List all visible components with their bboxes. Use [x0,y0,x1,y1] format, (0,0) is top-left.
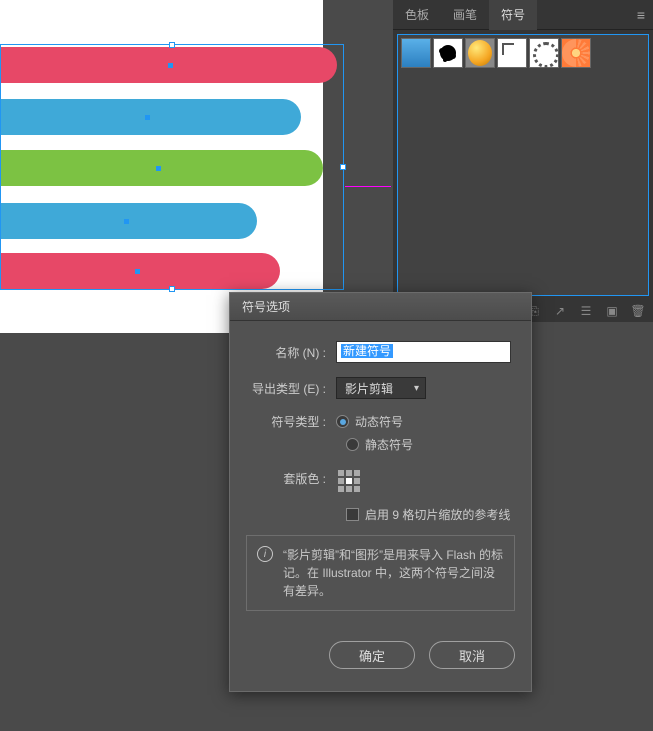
resize-handle-right[interactable] [340,164,346,170]
enable-9slice-label: 启用 9 格切片缩放的参考线 [365,506,510,523]
symbol-gerbera-flower[interactable] [561,38,591,68]
symbol-options-icon[interactable]: ☰ [579,304,593,318]
radio-dynamic-symbol[interactable] [336,415,349,428]
enable-9slice-checkbox[interactable] [346,508,359,521]
anchor-point[interactable] [145,115,150,120]
shape-red-2[interactable] [0,253,280,289]
symbol-gear-ring[interactable] [529,38,559,68]
anchor-point[interactable] [156,166,161,171]
tab-symbols[interactable]: 符号 [489,0,537,30]
symbol-options-dialog: 符号选项 名称 (N) : 新建符号 导出类型 (E) : 影片剪辑 符号类型 … [229,292,532,692]
dynamic-symbol-label: 动态符号 [355,413,403,430]
tab-swatches[interactable]: 色板 [393,0,441,30]
radio-static-symbol[interactable] [346,438,359,451]
name-input[interactable]: 新建符号 [336,341,511,363]
panel-tabs: 色板 画笔 符号 ≡ [393,0,653,30]
info-box: i “影片剪辑”和“图形”是用来导入 Flash 的标记。在 Illustrat… [246,535,515,611]
symbol-gradient-bar[interactable] [401,38,431,68]
anchor-point[interactable] [124,219,129,224]
symbol-ink-splat[interactable] [433,38,463,68]
dialog-title[interactable]: 符号选项 [230,293,531,321]
symbol-list[interactable] [397,34,649,296]
delete-symbol-icon[interactable]: 🗑 [631,304,645,318]
name-label: 名称 (N) : [246,344,336,361]
place-symbol-icon[interactable]: ↗ [553,304,567,318]
symbol-type-label: 符号类型 : [246,413,336,430]
panel-menu-icon[interactable]: ≡ [629,7,653,23]
new-symbol-icon[interactable]: ▣ [605,304,619,318]
static-symbol-label: 静态符号 [365,436,413,453]
symbol-corner-mark[interactable] [497,38,527,68]
symbol-orange-ball[interactable] [465,38,495,68]
registration-grid[interactable] [338,470,360,492]
canvas-area[interactable] [0,0,323,333]
tab-brushes[interactable]: 画笔 [441,0,489,30]
ok-button[interactable]: 确定 [329,641,415,669]
anchor-point[interactable] [168,63,173,68]
export-type-select[interactable]: 影片剪辑 [336,377,426,399]
info-icon: i [257,546,273,562]
info-text: “影片剪辑”和“图形”是用来导入 Flash 的标记。在 Illustrator… [283,546,504,600]
registration-label: 套版色 : [246,470,336,487]
symbols-panel: 色板 画笔 符号 ≡ ⎘ ↗ ☰ ▣ 🗑 [393,0,653,322]
export-type-label: 导出类型 (E) : [246,380,336,397]
shape-blue-1[interactable] [0,99,301,135]
panel-body [393,30,653,300]
cancel-button[interactable]: 取消 [429,641,515,669]
shape-green[interactable] [0,150,323,186]
anchor-point[interactable] [135,269,140,274]
smart-guide [345,186,391,187]
